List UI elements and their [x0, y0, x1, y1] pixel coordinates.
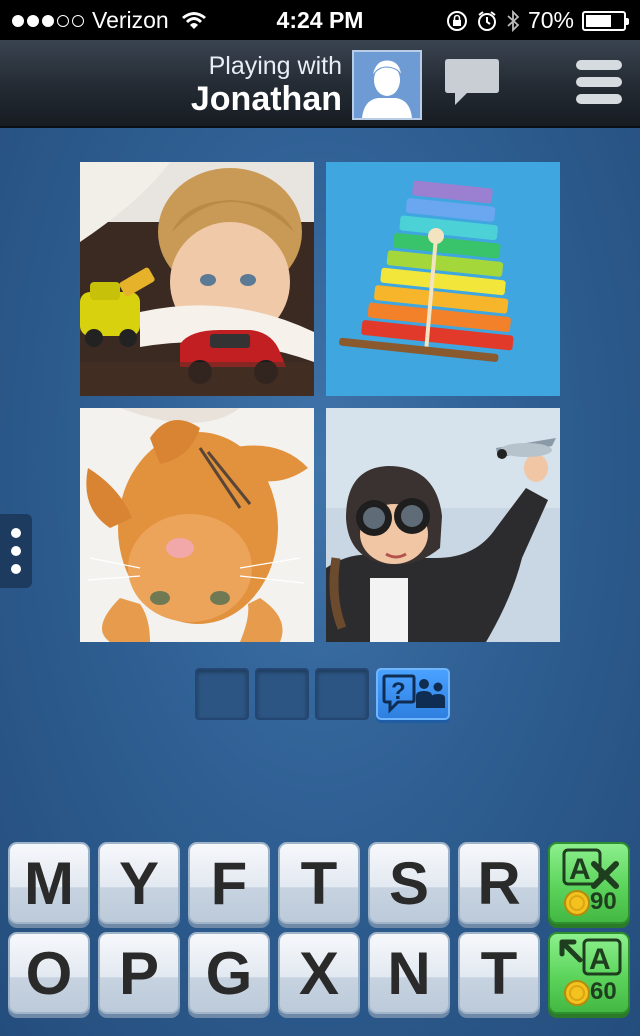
opponent-avatar[interactable]	[352, 50, 422, 120]
letter-x-icon: A	[562, 848, 619, 889]
letter-key[interactable]: F	[188, 842, 270, 924]
svg-text:A: A	[589, 943, 611, 976]
letter-key[interactable]: G	[188, 932, 270, 1014]
puzzle-photo-rainbow-xylophone	[326, 162, 560, 396]
remove-letters-button[interactable]: A 90	[548, 842, 630, 924]
powerup-cost: 60	[590, 978, 617, 1005]
letter-key[interactable]: O	[8, 932, 90, 1014]
battery-percent: 70%	[527, 7, 574, 33]
handle-dot	[11, 528, 21, 538]
bluetooth-icon	[507, 9, 520, 32]
puzzle-photo-orange-kitten	[80, 408, 314, 642]
hamburger-menu-icon[interactable]	[576, 56, 622, 108]
reveal-letter-icon: A	[559, 938, 622, 976]
ask-friend-button[interactable]: ?	[376, 668, 450, 720]
letter-key[interactable]: T	[278, 842, 360, 924]
svg-text:?: ?	[391, 678, 406, 705]
puzzle-photo-child-aviator	[326, 408, 560, 642]
answer-slot-2[interactable]	[255, 668, 309, 720]
rotation-lock-icon	[446, 10, 467, 31]
opponent-info: Playing with Jonathan	[191, 52, 342, 118]
handle-dot	[11, 564, 21, 574]
reveal-letter-button[interactable]: A 60	[548, 932, 630, 1014]
puzzle-photo-boy-with-toy-cars	[80, 162, 314, 396]
question-people-icon: ?	[382, 674, 445, 714]
letter-key[interactable]: S	[368, 842, 450, 924]
letter-key[interactable]: P	[98, 932, 180, 1014]
chat-bubble-icon[interactable]	[443, 58, 501, 108]
letter-key[interactable]: M	[8, 842, 90, 924]
playing-with-label: Playing with	[208, 52, 342, 80]
mallet-head	[428, 228, 444, 244]
battery-icon	[582, 10, 629, 31]
handle-dot	[11, 546, 21, 556]
coin-icon	[564, 890, 590, 916]
letter-key[interactable]: X	[278, 932, 360, 1014]
side-drawer-handle[interactable]	[0, 514, 32, 588]
letter-key[interactable]: T	[458, 932, 540, 1014]
svg-text:A: A	[569, 853, 591, 886]
game-header: Playing with Jonathan	[0, 40, 640, 128]
letter-key[interactable]: R	[458, 842, 540, 924]
alarm-icon	[477, 10, 496, 31]
letter-key[interactable]: Y	[98, 842, 180, 924]
answer-slot-1[interactable]	[195, 668, 249, 720]
answer-slot-3[interactable]	[315, 668, 369, 720]
letter-key[interactable]: N	[368, 932, 450, 1014]
person-silhouette-icon	[354, 52, 420, 118]
coin-icon	[564, 980, 590, 1006]
status-bar: Verizon 4:24 PM 70%	[0, 0, 640, 40]
opponent-name: Jonathan	[190, 80, 342, 118]
powerup-cost: 90	[590, 888, 617, 915]
